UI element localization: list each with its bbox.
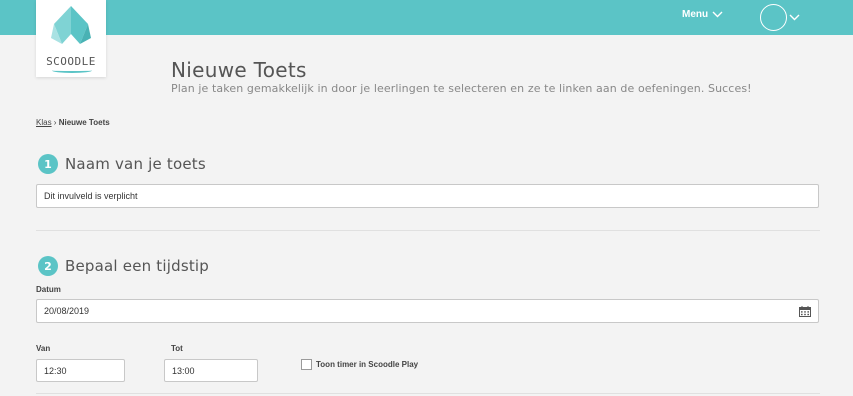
to-time-value: 13:00 (172, 365, 195, 376)
from-time-input[interactable]: 12:30 (36, 359, 125, 382)
breadcrumb-separator: › (53, 118, 57, 127)
timer-option[interactable]: Toon timer in Scoodle Play (301, 359, 418, 370)
date-label: Datum (36, 285, 61, 294)
date-value: 20/08/2019 (44, 306, 90, 316)
step-time-heading: 2 Bepaal een tijdstip (38, 256, 209, 276)
menu-label: Menu (682, 9, 709, 20)
from-time-value: 12:30 (44, 365, 67, 376)
breadcrumb: Klas › Nieuwe Toets (36, 118, 110, 127)
step-number-badge: 2 (38, 256, 58, 276)
to-time-input[interactable]: 13:00 (164, 359, 258, 382)
from-label: Van (36, 344, 51, 353)
logo-text: SCOODLE (46, 55, 96, 68)
step-title: Bepaal een tijdstip (65, 257, 210, 275)
test-name-value: Dit invulveld is verplicht (44, 191, 138, 201)
chevron-down-icon (789, 14, 800, 21)
date-input[interactable]: 20/08/2019 (36, 299, 819, 323)
to-label: Tot (171, 344, 183, 353)
page-subtitle: Plan je taken gemakkelijk in door je lee… (171, 82, 752, 95)
page-title: Nieuwe Toets (171, 58, 307, 82)
section-divider (36, 393, 820, 394)
menu-button[interactable]: Menu (682, 9, 723, 20)
step-title: Naam van je toets (65, 155, 206, 173)
top-bar: Menu (0, 0, 853, 35)
calendar-icon[interactable] (799, 305, 811, 317)
avatar[interactable] (760, 4, 787, 31)
test-name-input[interactable]: Dit invulveld is verplicht (36, 184, 819, 208)
timer-checkbox[interactable] (301, 359, 312, 370)
breadcrumb-current: Nieuwe Toets (58, 118, 110, 127)
timer-label: Toon timer in Scoodle Play (316, 360, 419, 369)
chevron-down-icon (712, 11, 723, 18)
user-menu[interactable] (760, 4, 800, 31)
logo-swoosh (52, 68, 92, 73)
breadcrumb-link-klas[interactable]: Klas (36, 118, 52, 127)
logo-icon (51, 6, 91, 44)
step-name-heading: 1 Naam van je toets (38, 154, 206, 174)
logo[interactable]: SCOODLE (36, 0, 106, 77)
section-divider (36, 230, 820, 231)
step-number-badge: 1 (38, 154, 58, 174)
